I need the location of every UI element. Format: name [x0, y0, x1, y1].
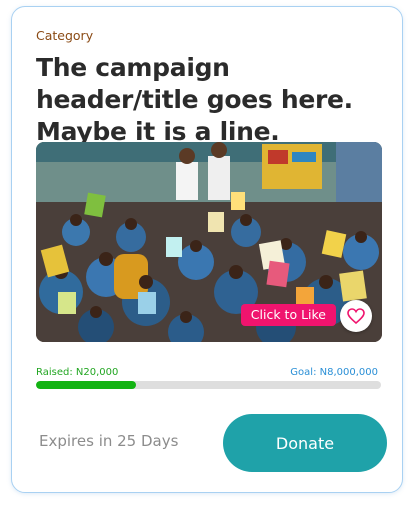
expiry-text: Expires in 25 Days	[39, 432, 179, 450]
goal-amount: Goal: N8,000,000	[290, 367, 378, 378]
raised-amount: Raised: N20,000	[36, 367, 119, 378]
category-label[interactable]: Category	[36, 28, 93, 43]
funding-progress-bar	[36, 381, 381, 389]
heart-outline-icon	[347, 308, 365, 324]
donate-button[interactable]: Donate	[223, 414, 387, 472]
like-heart-button[interactable]	[340, 300, 372, 332]
campaign-image: Click to Like	[36, 142, 382, 342]
funding-progress-fill	[36, 381, 137, 389]
campaign-title: The campaign header/title goes here. May…	[36, 53, 353, 146]
click-to-like-button[interactable]: Click to Like	[240, 304, 336, 326]
campaign-card: Category The campaign header/title goes …	[11, 6, 403, 493]
